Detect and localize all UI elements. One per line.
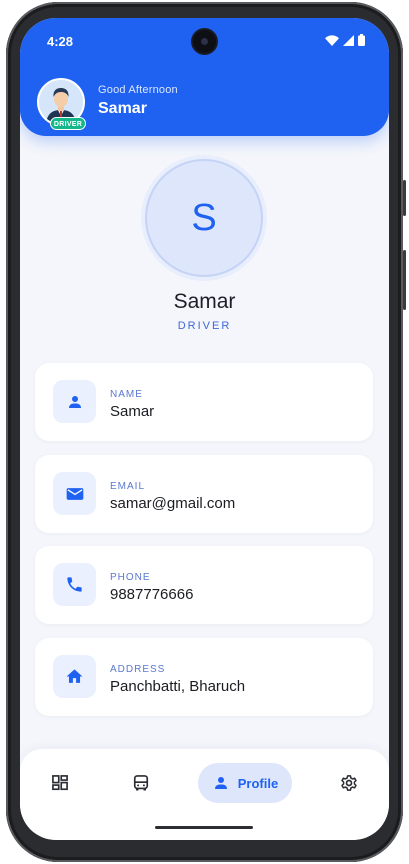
gear-icon — [341, 775, 357, 791]
home-icon — [66, 669, 83, 683]
address-card: ADDRESS Panchbatti, Bharuch — [35, 638, 373, 716]
nav-profile-label: Profile — [237, 775, 279, 791]
field-label: NAME — [110, 389, 143, 400]
card-icon-wrap — [53, 655, 96, 698]
nav-dashboard[interactable] — [40, 763, 80, 803]
name-card: NAME Samar — [35, 363, 373, 441]
profile-initial: S — [191, 196, 217, 239]
phone-frame: 4:28 DRIVER Good Afternoon Samar S Samar… — [0, 0, 409, 864]
profile-avatar: S — [145, 159, 263, 277]
power-button — [403, 180, 406, 216]
field-value: samar@gmail.com — [110, 495, 236, 512]
card-icon-wrap — [53, 563, 96, 606]
card-icon-wrap — [53, 472, 96, 515]
role-badge: DRIVER — [50, 117, 86, 130]
profile-role: DRIVER — [177, 320, 232, 332]
bus-icon — [133, 775, 149, 791]
header-user-name: Samar — [98, 100, 147, 117]
field-label: PHONE — [110, 572, 151, 583]
field-value: Panchbatti, Bharuch — [110, 678, 246, 695]
status-bar: 4:28 — [20, 18, 389, 64]
volume-button — [403, 250, 406, 310]
field-label: ADDRESS — [110, 664, 166, 675]
profile-name: Samar — [173, 290, 236, 313]
card-icon-wrap — [53, 380, 96, 423]
field-label: EMAIL — [110, 481, 146, 492]
battery-icon — [358, 34, 365, 46]
person-icon — [214, 777, 227, 789]
front-camera — [193, 30, 216, 53]
home-indicator[interactable] — [155, 826, 253, 829]
app-header: 4:28 DRIVER Good Afternoon Samar — [20, 18, 389, 136]
email-card: EMAIL samar@gmail.com — [35, 455, 373, 533]
field-value: Samar — [110, 403, 155, 420]
mail-icon — [66, 487, 83, 500]
nav-bus[interactable] — [121, 763, 161, 803]
greeting-text: Good Afternoon — [98, 84, 178, 96]
nav-profile[interactable]: Profile — [198, 763, 292, 803]
phone-icon — [67, 577, 82, 592]
app-screen: 4:28 DRIVER Good Afternoon Samar S Samar… — [20, 18, 389, 840]
wifi-icon — [325, 34, 339, 46]
phone-card: PHONE 9887776666 — [35, 546, 373, 624]
status-time: 4:28 — [47, 34, 74, 49]
field-value: 9887776666 — [110, 586, 194, 603]
person-icon — [68, 395, 81, 408]
user-avatar[interactable]: DRIVER — [37, 78, 86, 130]
status-icons — [325, 34, 365, 46]
dashboard-icon — [52, 775, 68, 791]
nav-settings[interactable] — [329, 763, 369, 803]
signal-icon — [343, 34, 354, 46]
